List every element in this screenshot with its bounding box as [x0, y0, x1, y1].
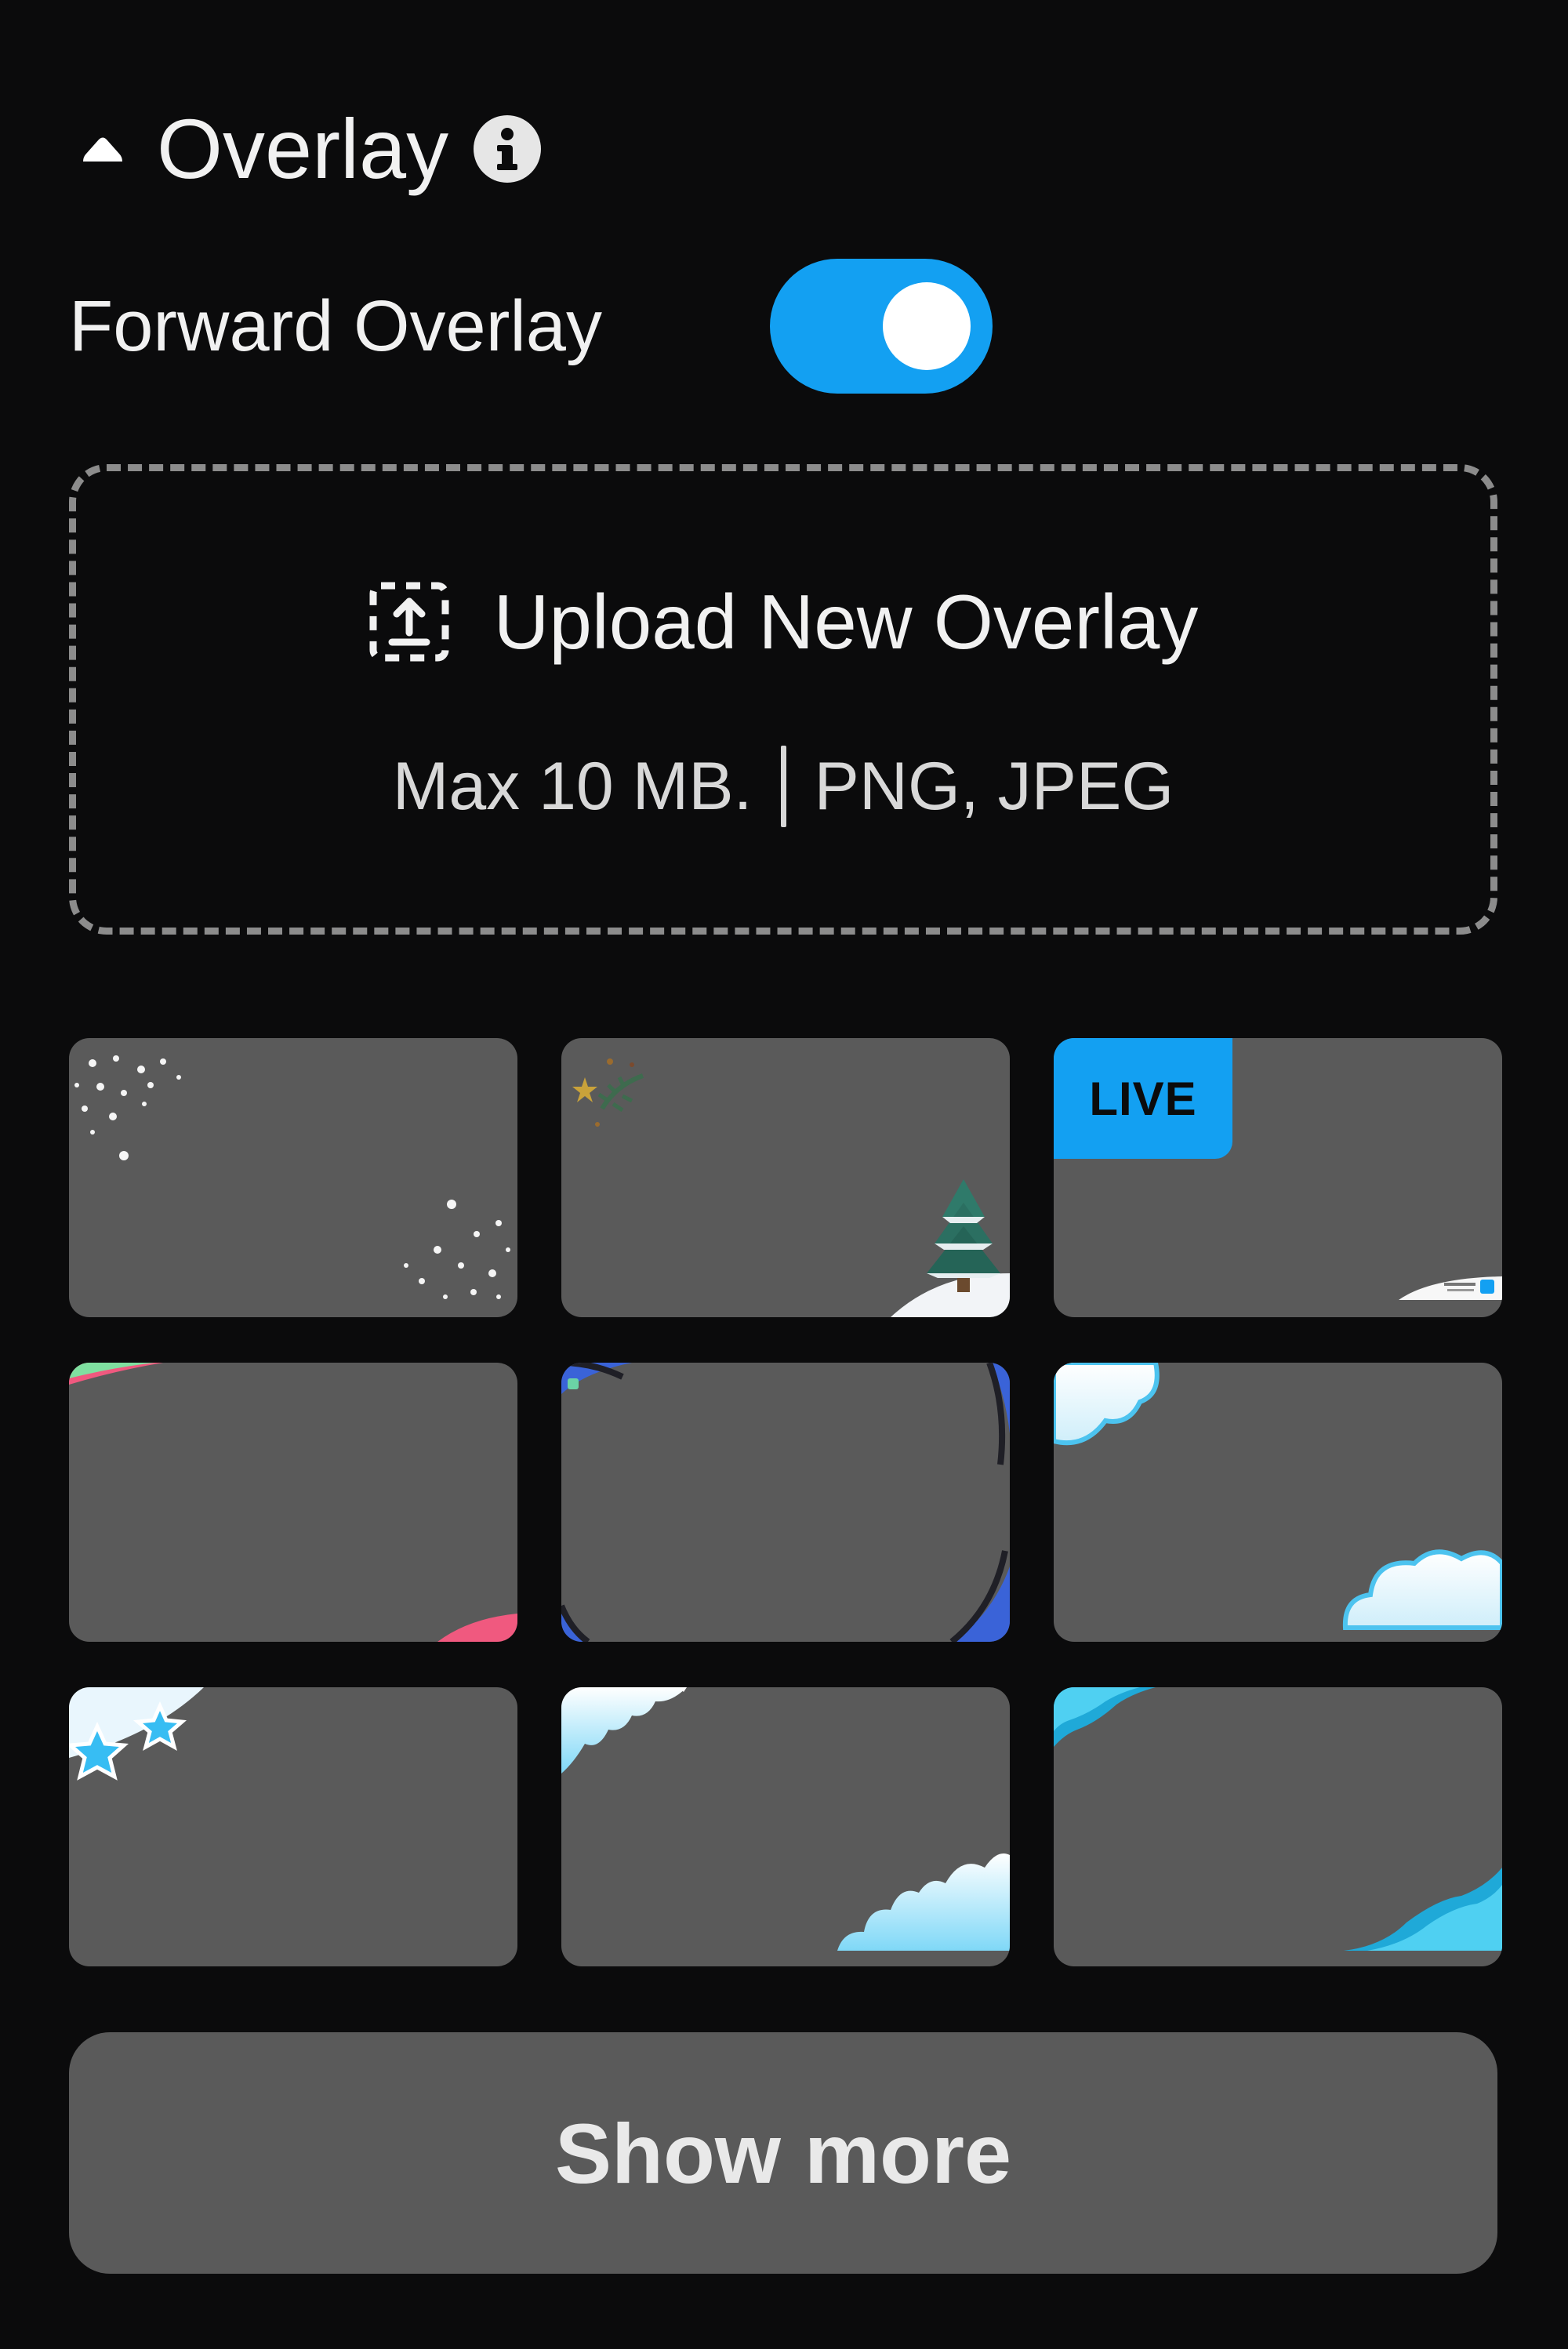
max-size-text: Max 10 MB. [392, 749, 753, 824]
stars-icon [69, 1687, 204, 1781]
overlay-thumbnail-icy-waves[interactable] [561, 1687, 1010, 1966]
caret-up-icon[interactable] [78, 133, 127, 165]
circle-frame-icon [561, 1363, 1010, 1642]
upload-label: Upload New Overlay [493, 579, 1199, 665]
forward-overlay-toggle[interactable] [770, 259, 993, 394]
section-title: Overlay [157, 101, 449, 196]
forward-overlay-label: Forward Overlay [69, 286, 602, 366]
overlay-thumbnail-snow-sparkles[interactable] [69, 1038, 517, 1317]
overlay-panel: Overlay Forward Overlay Upload New Overl… [0, 0, 1568, 2349]
upload-dropzone[interactable]: Upload New Overlay Max 10 MB. PNG, JPEG [69, 464, 1497, 935]
christmas-tree-icon [572, 1058, 1010, 1317]
upload-hint: Max 10 MB. PNG, JPEG [76, 746, 1490, 827]
show-more-button[interactable]: Show more [69, 2032, 1497, 2274]
snowflakes-icon [74, 1055, 510, 1299]
hint-divider [780, 746, 786, 827]
info-icon[interactable] [474, 115, 542, 183]
upload-button-row: Upload New Overlay [76, 581, 1490, 663]
toggle-knob [883, 282, 971, 370]
overlay-thumbnail-stars[interactable] [69, 1687, 517, 1966]
formats-text: PNG, JPEG [814, 749, 1174, 824]
overlay-thumbnail-blue-waves[interactable] [1054, 1687, 1502, 1966]
waves-icon [561, 1687, 1010, 1951]
overlay-section-header[interactable]: Overlay [78, 98, 542, 200]
overlay-thumbnail-live[interactable]: LIVE [1054, 1038, 1502, 1317]
corner-swoosh-icon [69, 1363, 517, 1642]
clouds-icon [1054, 1363, 1502, 1630]
overlay-thumbnail-christmas-tree[interactable] [561, 1038, 1010, 1317]
waves-icon [1054, 1687, 1502, 1951]
overlay-thumbnail-clouds[interactable] [1054, 1363, 1502, 1642]
forward-overlay-row: Forward Overlay [69, 259, 993, 394]
overlay-thumbnail-circle-frame[interactable] [561, 1363, 1010, 1642]
branding-corner-icon [1399, 1276, 1502, 1300]
upload-icon [368, 581, 450, 663]
overlay-thumbnail-pink-green[interactable] [69, 1363, 517, 1642]
